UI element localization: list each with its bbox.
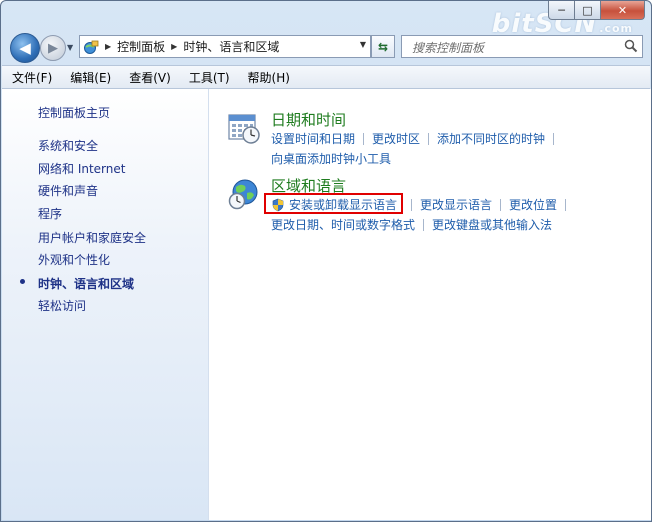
- recent-pages-dropdown[interactable]: ▼: [67, 43, 73, 52]
- menu-view[interactable]: 查看(V): [121, 69, 179, 86]
- link-separator: [411, 198, 413, 211]
- search-box[interactable]: 搜索控制面板: [401, 35, 643, 58]
- minimize-button[interactable]: ─: [548, 1, 575, 20]
- refresh-button[interactable]: ⇆: [371, 35, 395, 58]
- search-icon[interactable]: [624, 39, 638, 53]
- forward-button[interactable]: ▶: [40, 35, 66, 61]
- link-add-clocks[interactable]: 添加不同时区的时钟: [437, 130, 545, 147]
- menu-edit[interactable]: 编辑(E): [62, 69, 119, 86]
- control-panel-window: bitSCN .com ─ □ ✕ ◀ ▶ ▼ ▶ 控制面板 ▶ 时钟、语言和区域…: [0, 0, 652, 522]
- arrow-left-icon: ◀: [19, 39, 31, 57]
- refresh-icon: ⇆: [377, 39, 389, 54]
- sidebar-item-home[interactable]: 控制面板主页: [38, 104, 110, 121]
- link-change-keyboard-input[interactable]: 更改键盘或其他输入法: [432, 216, 552, 233]
- sidebar-item-programs[interactable]: 程序: [38, 205, 62, 222]
- category-date-time-title[interactable]: 日期和时间: [271, 109, 346, 130]
- menu-help[interactable]: 帮助(H): [240, 69, 298, 86]
- title-bar[interactable]: bitSCN .com ─ □ ✕: [1, 1, 651, 39]
- breadcrumb-separator-icon[interactable]: ▶: [171, 42, 177, 51]
- close-button[interactable]: ✕: [601, 1, 645, 20]
- search-input[interactable]: 搜索控制面板: [412, 39, 484, 56]
- region-language-tasks-row2: 更改日期、时间或数字格式 更改键盘或其他输入法: [271, 216, 552, 233]
- sidebar: 控制面板主页 系统和安全 网络和 Internet 硬件和声音 程序 用户帐户和…: [2, 89, 209, 520]
- calendar-clock-icon[interactable]: [227, 111, 261, 145]
- sidebar-item-appearance[interactable]: 外观和个性化: [38, 251, 110, 268]
- link-separator: [500, 198, 502, 211]
- sidebar-item-system-security[interactable]: 系统和安全: [38, 137, 98, 154]
- link-separator: [428, 132, 430, 145]
- breadcrumb-clock-language-region[interactable]: 时钟、语言和区域: [183, 38, 279, 55]
- link-change-location[interactable]: 更改位置: [509, 196, 557, 213]
- globe-clock-icon[interactable]: [227, 177, 261, 211]
- chevron-down-icon: ▼: [67, 43, 74, 52]
- breadcrumb-separator-icon[interactable]: ▶: [105, 42, 111, 51]
- link-add-clock-gadget[interactable]: 向桌面添加时钟小工具: [271, 150, 391, 167]
- maximize-icon: □: [582, 3, 593, 17]
- close-icon: ✕: [617, 3, 628, 17]
- navigation-bar: ◀ ▶ ▼ ▶ 控制面板 ▶ 时钟、语言和区域 ▼ ⇆ 搜索控制面板: [1, 29, 651, 65]
- link-separator: [423, 218, 425, 231]
- back-button[interactable]: ◀: [10, 33, 40, 63]
- current-item-bullet: [20, 279, 25, 284]
- sidebar-item-ease-of-access[interactable]: 轻松访问: [38, 297, 86, 314]
- highlight-box: [264, 193, 403, 214]
- main-content: 日期和时间 设置时间和日期 更改时区 添加不同时区的时钟 向桌面添加时钟小工具 …: [209, 89, 651, 520]
- link-change-timezone[interactable]: 更改时区: [372, 130, 420, 147]
- date-time-tasks-row1: 设置时间和日期 更改时区 添加不同时区的时钟: [271, 130, 562, 147]
- sidebar-item-network[interactable]: 网络和 Internet: [38, 160, 125, 177]
- menu-file[interactable]: 文件(F): [4, 69, 60, 86]
- breadcrumb-control-panel[interactable]: 控制面板: [117, 38, 165, 55]
- address-bar[interactable]: ▶ 控制面板 ▶ 时钟、语言和区域 ▼: [79, 35, 371, 58]
- control-panel-icon: [84, 40, 99, 54]
- link-set-time-date[interactable]: 设置时间和日期: [271, 130, 355, 147]
- sidebar-item-clock-language-region[interactable]: 时钟、语言和区域: [38, 275, 134, 292]
- link-change-date-time-number-format[interactable]: 更改日期、时间或数字格式: [271, 216, 415, 233]
- minimize-icon: ─: [558, 3, 565, 17]
- maximize-button[interactable]: □: [575, 1, 601, 20]
- sidebar-item-user-accounts[interactable]: 用户帐户和家庭安全: [38, 229, 146, 246]
- date-time-tasks-row2: 向桌面添加时钟小工具: [271, 150, 391, 167]
- arrow-right-icon: ▶: [48, 40, 58, 56]
- link-separator: [553, 132, 555, 145]
- window-controls: ─ □ ✕: [548, 1, 645, 20]
- menu-tools[interactable]: 工具(T): [181, 69, 238, 86]
- sidebar-item-hardware-sound[interactable]: 硬件和声音: [38, 182, 98, 199]
- menu-bar: 文件(F) 编辑(E) 查看(V) 工具(T) 帮助(H): [2, 65, 650, 89]
- address-dropdown-icon[interactable]: ▼: [360, 40, 366, 49]
- link-separator: [363, 132, 365, 145]
- link-separator: [565, 198, 567, 211]
- link-change-display-language[interactable]: 更改显示语言: [420, 196, 492, 213]
